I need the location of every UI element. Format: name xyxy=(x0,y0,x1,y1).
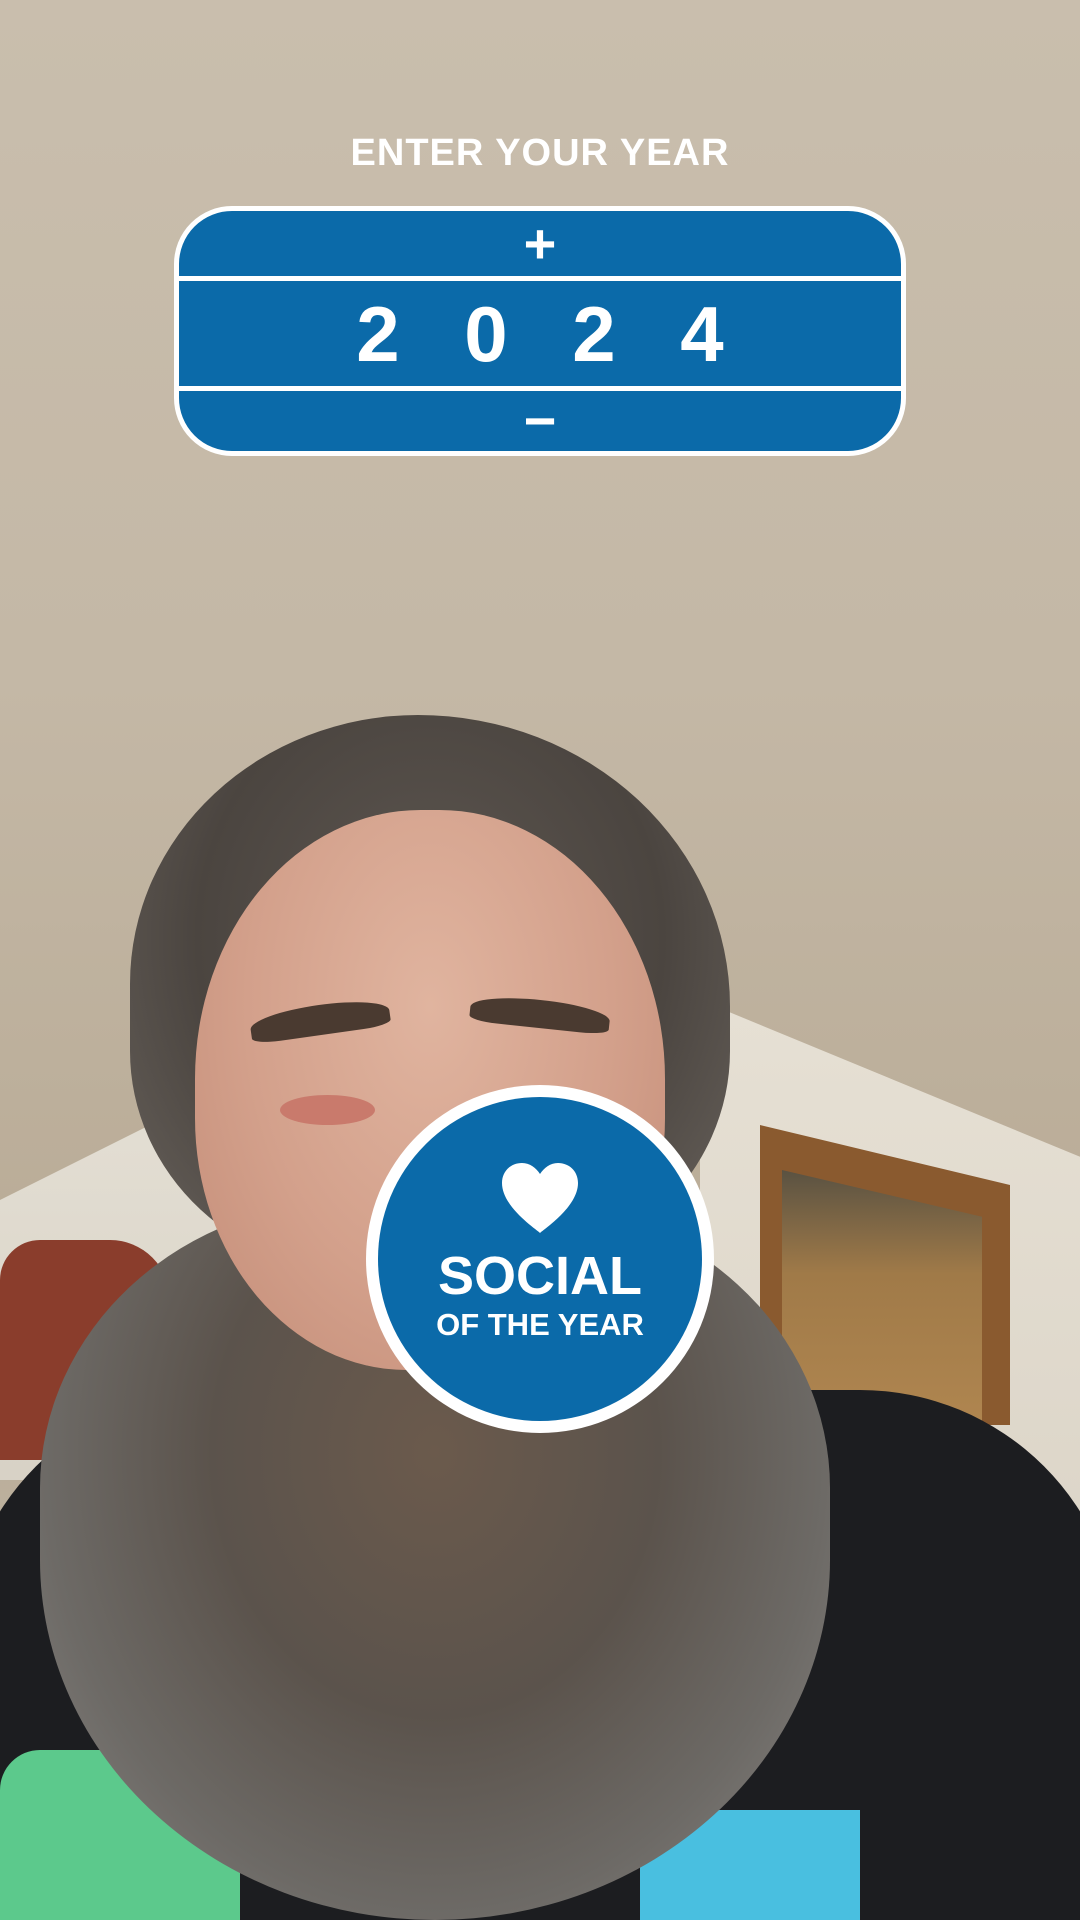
year-display: 2 0 2 4 xyxy=(179,281,901,386)
badge-title: SOCIAL xyxy=(437,1245,642,1306)
decrement-year-row[interactable]: − xyxy=(179,391,901,451)
year-digit-1: 2 xyxy=(356,289,400,378)
year-digits: 2 0 2 4 xyxy=(350,295,730,373)
heart-icon xyxy=(502,1162,578,1233)
year-digit-3: 2 xyxy=(572,289,616,378)
year-picker: + 2 0 2 4 − xyxy=(174,206,906,456)
camera-view: ENTER YOUR YEAR + 2 0 2 4 − SOCIAL OF TH… xyxy=(0,0,1080,1920)
enter-year-prompt: ENTER YOUR YEAR xyxy=(350,132,730,174)
decrement-year-button[interactable]: − xyxy=(524,393,557,449)
social-of-the-year-badge: SOCIAL OF THE YEAR xyxy=(366,1085,714,1433)
increment-year-row[interactable]: + xyxy=(179,211,901,276)
increment-year-button[interactable]: + xyxy=(524,215,557,272)
person-left-eye xyxy=(280,1095,375,1125)
year-digit-4: 4 xyxy=(680,289,724,378)
badge-inner-circle: SOCIAL OF THE YEAR xyxy=(378,1097,702,1421)
year-digit-2: 0 xyxy=(464,289,508,378)
badge-subtitle: OF THE YEAR xyxy=(436,1306,644,1342)
